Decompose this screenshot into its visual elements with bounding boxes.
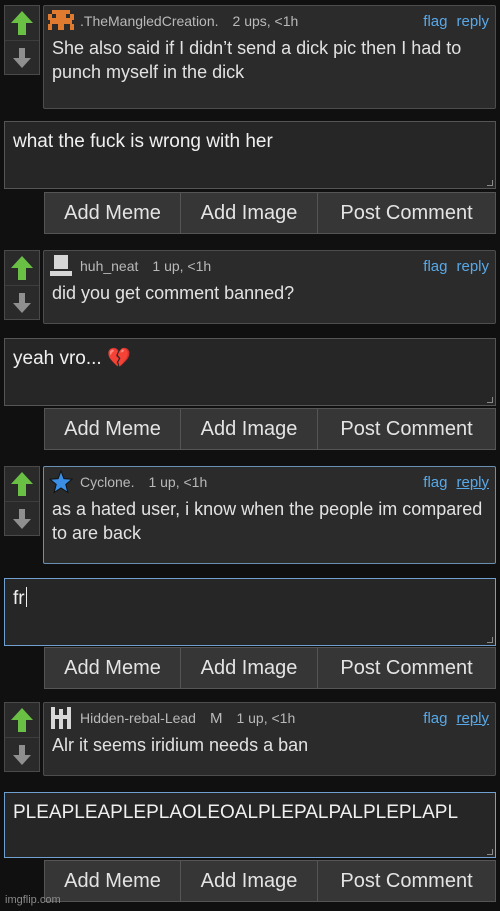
watermark: imgflip.com <box>5 894 61 906</box>
comment-meta: huh_neat 1 up, <1h flag reply <box>48 254 489 278</box>
reply-link[interactable]: reply <box>456 710 489 727</box>
flag-link[interactable]: flag <box>423 13 447 30</box>
vote-column <box>4 466 40 536</box>
resize-grip-icon[interactable] <box>487 180 493 186</box>
add-meme-button[interactable]: Add Meme <box>44 192 181 234</box>
username[interactable]: Hidden-rebal-Lead <box>80 710 196 726</box>
flag-link[interactable]: flag <box>423 474 447 491</box>
reply-input[interactable]: what the fuck is wrong with her <box>4 121 496 189</box>
downvote-arrow-icon[interactable] <box>5 737 39 771</box>
resize-grip-icon[interactable] <box>487 637 493 643</box>
resize-grip-icon[interactable] <box>487 397 493 403</box>
upvote-arrow-icon[interactable] <box>5 6 39 40</box>
pixel-creature-icon[interactable] <box>48 10 74 32</box>
downvote-arrow-icon[interactable] <box>5 40 39 74</box>
vote-column <box>4 702 40 772</box>
comment-meta: Cyclone. 1 up, <1h flag reply <box>48 470 489 494</box>
comment-stats: 1 up, <1h <box>148 474 208 490</box>
flag-link[interactable]: flag <box>423 258 447 275</box>
comment: Hidden-rebal-Lead M 1 up, <1h flag reply… <box>4 702 496 776</box>
post-comment-button[interactable]: Post Comment <box>318 860 496 902</box>
reply-input[interactable]: PLEAPLEAPLEPLAOLEOALPLEPALPALPLEPLAPL <box>4 792 496 858</box>
post-comment-button[interactable]: Post Comment <box>318 408 496 450</box>
mod-badge: M <box>209 709 223 727</box>
add-image-button[interactable]: Add Image <box>181 408 318 450</box>
reply-buttons: Add Meme Add Image Post Comment <box>44 192 496 234</box>
reply-buttons: Add Meme Add Image Post Comment <box>44 860 496 902</box>
add-meme-button[interactable]: Add Meme <box>44 860 181 902</box>
upvote-arrow-icon[interactable] <box>5 467 39 501</box>
reply-buttons: Add Meme Add Image Post Comment <box>44 647 496 689</box>
comment-text: did you get comment banned? <box>52 283 295 303</box>
comment-text: She also said if I didn’t send a dick pi… <box>52 38 462 82</box>
reply-link[interactable]: reply <box>456 474 489 491</box>
comment: huh_neat 1 up, <1h flag reply did you ge… <box>4 250 496 324</box>
vote-column <box>4 5 40 75</box>
comment-bubble: Hidden-rebal-Lead M 1 up, <1h flag reply… <box>43 702 496 776</box>
reply-link[interactable]: reply <box>456 258 489 275</box>
post-comment-button[interactable]: Post Comment <box>318 647 496 689</box>
username[interactable]: .TheMangledCreation. <box>80 13 219 29</box>
reply-input-text: fr <box>13 588 25 609</box>
comment-bubble: Cyclone. 1 up, <1h flag reply as a hated… <box>43 466 496 564</box>
post-comment-button[interactable]: Post Comment <box>318 192 496 234</box>
reply-input-text: PLEAPLEAPLEPLAOLEOALPLEPALPALPLEPLAPL <box>13 802 459 823</box>
comment-meta: .TheMangledCreation. 2 ups, <1h flag rep… <box>48 9 489 33</box>
comment-meta: Hidden-rebal-Lead M 1 up, <1h flag reply <box>48 706 489 730</box>
comment-text: Alr it seems iridium needs a ban <box>52 735 309 755</box>
comment-stats: 1 up, <1h <box>152 258 212 274</box>
comment-bubble: huh_neat 1 up, <1h flag reply did you ge… <box>43 250 496 324</box>
comment: Cyclone. 1 up, <1h flag reply as a hated… <box>4 466 496 564</box>
add-image-button[interactable]: Add Image <box>181 192 318 234</box>
blank-avatar-icon[interactable] <box>48 255 74 277</box>
comment-text: as a hated user, i know when the people … <box>52 499 483 543</box>
comment-stats: 2 ups, <1h <box>232 13 299 29</box>
downvote-arrow-icon[interactable] <box>5 501 39 535</box>
reply-input[interactable]: fr <box>4 578 496 646</box>
upvote-arrow-icon[interactable] <box>5 251 39 285</box>
reply-link[interactable]: reply <box>456 13 489 30</box>
reply-input-text: yeah vro... 💔 <box>13 348 131 369</box>
glyph-avatar-icon[interactable] <box>48 707 74 729</box>
reply-buttons: Add Meme Add Image Post Comment <box>44 408 496 450</box>
username[interactable]: Cyclone. <box>80 474 134 490</box>
comment-bubble: .TheMangledCreation. 2 ups, <1h flag rep… <box>43 5 496 109</box>
add-meme-button[interactable]: Add Meme <box>44 647 181 689</box>
comment: .TheMangledCreation. 2 ups, <1h flag rep… <box>4 5 496 109</box>
text-caret <box>25 587 27 607</box>
add-meme-button[interactable]: Add Meme <box>44 408 181 450</box>
vote-column <box>4 250 40 320</box>
reply-input-text: what the fuck is wrong with her <box>13 131 273 152</box>
resize-grip-icon[interactable] <box>487 849 493 855</box>
username[interactable]: huh_neat <box>80 258 138 274</box>
downvote-arrow-icon[interactable] <box>5 285 39 319</box>
flag-link[interactable]: flag <box>423 710 447 727</box>
reply-input[interactable]: yeah vro... 💔 <box>4 338 496 406</box>
comment-stats: 1 up, <1h <box>236 710 296 726</box>
add-image-button[interactable]: Add Image <box>181 860 318 902</box>
blue-star-icon[interactable] <box>48 470 74 494</box>
add-image-button[interactable]: Add Image <box>181 647 318 689</box>
upvote-arrow-icon[interactable] <box>5 703 39 737</box>
